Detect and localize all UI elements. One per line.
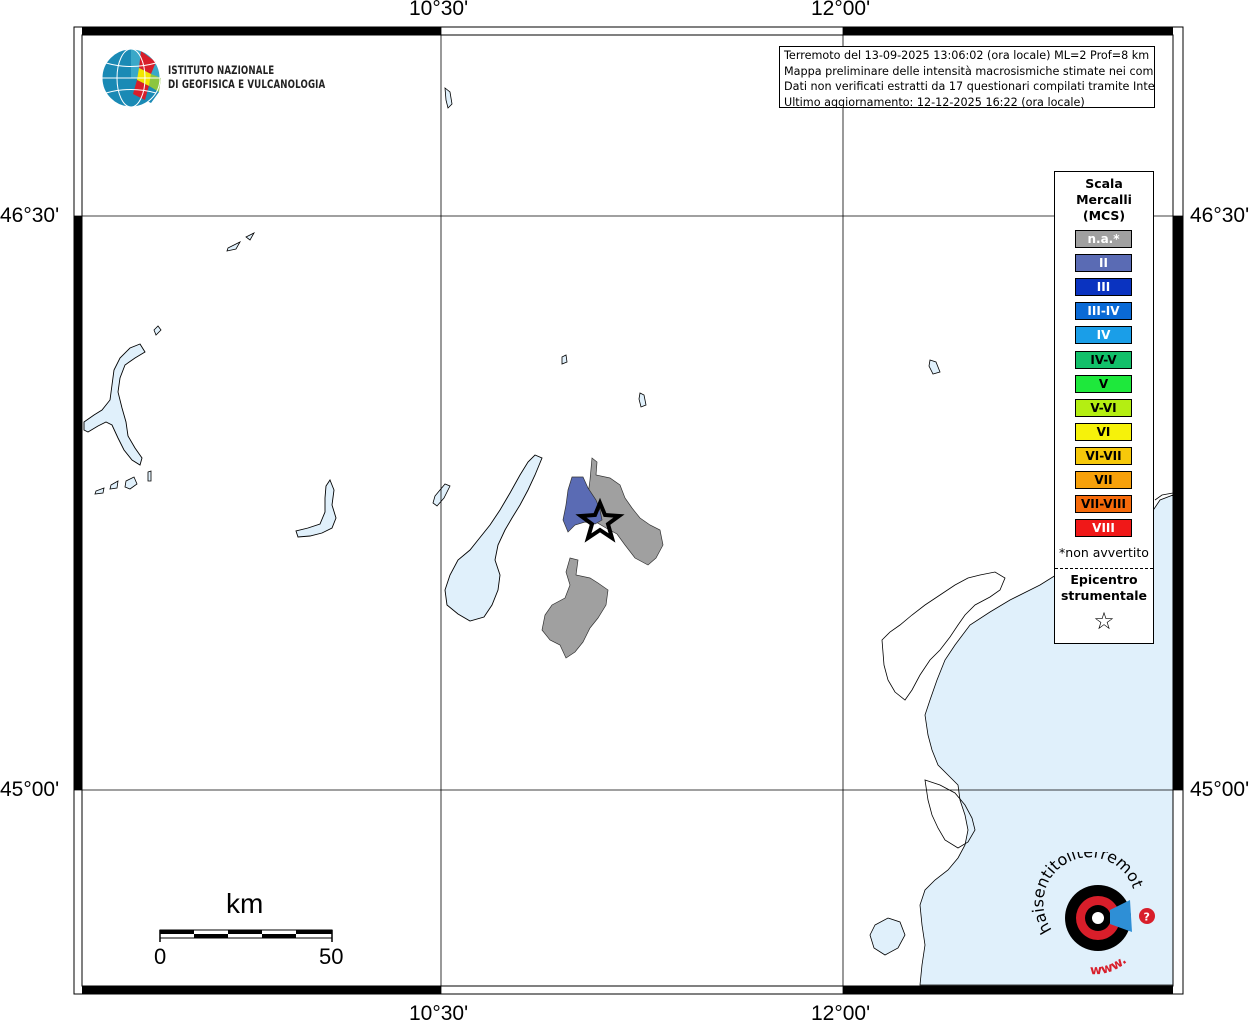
scale-bar bbox=[159, 929, 333, 942]
legend-class-6: V bbox=[1075, 374, 1132, 393]
legend-star-icon: ☆ bbox=[1093, 607, 1115, 635]
legend-title: Scala Mercalli (MCS) bbox=[1055, 176, 1153, 224]
small-lake bbox=[561, 354, 568, 365]
legend-epicenter-line2: strumentale bbox=[1060, 588, 1148, 603]
small-lake bbox=[147, 470, 152, 482]
legend-title-line1: Scala bbox=[1085, 176, 1123, 191]
scale-min-label: 0 bbox=[154, 944, 167, 969]
legend-epicenter-label: Epicentro strumentale bbox=[1055, 572, 1153, 604]
legend-class-12: VIII bbox=[1075, 519, 1132, 538]
small-lake bbox=[245, 232, 256, 241]
legend-not-felt-note: *non avvertito bbox=[1059, 545, 1149, 560]
small-lake bbox=[444, 87, 453, 109]
legend-separator bbox=[1055, 568, 1153, 569]
small-lake bbox=[226, 241, 242, 252]
svg-text:?: ? bbox=[1144, 911, 1150, 924]
legend-class-7: V-VI bbox=[1075, 398, 1132, 417]
event-info-line1: Terremoto del 13-09-2025 13:06:02 (ora l… bbox=[784, 49, 1150, 62]
lat-label-right-2: 45°00' bbox=[1190, 778, 1250, 801]
small-lake bbox=[928, 359, 941, 375]
ingv-name-line2: DI GEOFISICA E VULCANOLOGIA bbox=[168, 77, 326, 91]
event-info-line2: Mappa preliminare delle intensità macros… bbox=[784, 64, 1155, 78]
legend-class-5: IV-V bbox=[1075, 350, 1132, 369]
lon-label-bottom-1: 10°30' bbox=[409, 1002, 469, 1025]
small-lake bbox=[153, 325, 162, 336]
legend-title-line3: (MCS) bbox=[1082, 208, 1126, 223]
small-lake bbox=[638, 392, 647, 408]
small-lake bbox=[124, 476, 138, 490]
mcs-legend: Scala Mercalli (MCS) n.a.* II III III-IV IV I… bbox=[1054, 171, 1154, 644]
lat-label-left-1: 46°30' bbox=[0, 204, 60, 227]
legend-class-4: IV bbox=[1075, 326, 1132, 345]
event-info-line3: Dati non verificati estratti da 17 quest… bbox=[784, 80, 1155, 93]
legend-class-11: VII-VIII bbox=[1075, 495, 1132, 514]
legend-class-9: VI-VII bbox=[1075, 446, 1132, 465]
small-lake bbox=[109, 480, 119, 490]
legend-class-8: VI bbox=[1075, 422, 1132, 441]
ingv-name-line1: ISTITUTO NAZIONALE bbox=[168, 63, 275, 77]
legend-class-10: VII bbox=[1075, 471, 1132, 489]
ingv-globe-logo bbox=[101, 48, 161, 108]
haisentitoilterremoto-logo: ? haisentitoilterremoto.it www. bbox=[1030, 852, 1155, 977]
scale-unit: km bbox=[226, 888, 264, 919]
legend-title-line2: Mercalli bbox=[1076, 192, 1132, 207]
legend-epicenter-line1: Epicentro bbox=[1070, 572, 1138, 587]
legend-class-0: n.a.* bbox=[1075, 230, 1132, 248]
watermark-www: www. bbox=[1090, 953, 1130, 977]
legend-class-1: II bbox=[1075, 254, 1132, 273]
lat-label-right-1: 46°30' bbox=[1190, 204, 1250, 227]
lake-garda bbox=[444, 454, 543, 622]
small-lake bbox=[94, 487, 105, 495]
lake-iseo bbox=[295, 479, 337, 538]
lon-label-bottom-2: 12°00' bbox=[811, 1002, 871, 1025]
small-lake bbox=[432, 483, 451, 507]
legend-class-3: III-IV bbox=[1075, 302, 1132, 321]
lat-label-left-2: 45°00' bbox=[0, 778, 60, 801]
lon-label-top-1: 10°30' bbox=[409, 0, 469, 20]
municipality-not-felt bbox=[541, 557, 609, 659]
scale-max-label: 50 bbox=[319, 944, 344, 969]
event-info-box: Terremoto del 13-09-2025 13:06:02 (ora l… bbox=[779, 46, 1155, 108]
legend-class-2: III bbox=[1075, 278, 1132, 297]
comacchio bbox=[869, 917, 906, 956]
lon-label-top-2: 12°00' bbox=[811, 0, 871, 20]
lake-como bbox=[83, 343, 146, 466]
svg-text:www.: www. bbox=[1090, 953, 1130, 977]
ingv-name: ISTITUTO NAZIONALE DI GEOFISICA E VULCAN… bbox=[168, 63, 325, 91]
event-info-line4: Ultimo aggiornamento: 12-12-2025 16:22 (… bbox=[784, 95, 1085, 108]
